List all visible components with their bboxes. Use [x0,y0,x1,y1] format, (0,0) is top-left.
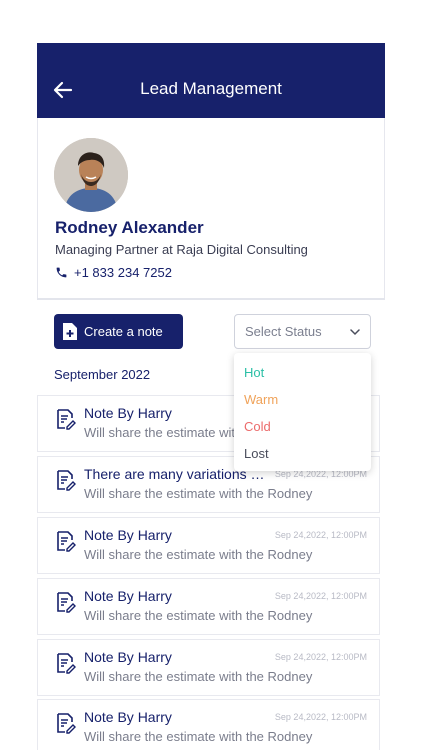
note-title: Note By Harry [84,405,172,421]
lead-profile-card: Rodney Alexander Managing Partner at Raj… [37,118,385,298]
create-note-label: Create a note [84,324,163,339]
status-select[interactable]: Select Status [234,314,371,349]
note-item[interactable]: Note By Harry Will share the estimate wi… [37,699,380,750]
section-divider [37,298,385,300]
note-time: Sep 24,2022, 12:00PM [274,591,367,601]
status-dropdown-menu: Hot Warm Cold Lost [234,353,371,471]
note-icon [57,531,76,552]
phone-icon [56,267,67,278]
note-subtitle: Will share the estimate with the Rodney [84,547,313,562]
note-time: Sep 24,2022, 12:00PM [274,530,367,540]
note-item[interactable]: Note By Harry Will share the estimate wi… [37,578,380,635]
note-time: Sep 24,2022, 12:00PM [274,652,367,662]
app-header: Lead Management [37,43,385,118]
page-title: Lead Management [140,79,282,98]
note-subtitle: Will share the estimate with the Rodney [84,608,313,623]
lead-phone[interactable]: +1 833 234 7252 [55,265,172,280]
app-screen: Lead Management Rodney Alexander Managin… [37,43,385,750]
note-icon [57,713,76,734]
note-subtitle: Will share the estimate with the Rodney [84,669,313,684]
note-title: Note By Harry [84,527,172,543]
note-icon [57,653,76,674]
status-placeholder: Select Status [245,324,322,339]
status-option-hot[interactable]: Hot [234,359,371,386]
note-icon [57,409,76,430]
note-item[interactable]: Note By Harry Will share the estimate wi… [37,639,380,696]
status-option-warm[interactable]: Warm [234,386,371,413]
create-note-button[interactable]: Create a note [54,314,183,349]
lead-name: Rodney Alexander [55,218,204,237]
note-item[interactable]: Note By Harry Will share the estimate wi… [37,517,380,574]
note-title: Note By Harry [84,588,172,604]
note-title: Note By Harry [84,649,172,665]
add-note-icon [63,323,77,340]
lead-role: Managing Partner at Raja Digital Consult… [55,242,308,257]
phone-number: +1 833 234 7252 [74,265,172,280]
avatar [54,138,128,212]
status-option-cold[interactable]: Cold [234,413,371,440]
note-icon [57,470,76,491]
chevron-down-icon [350,328,360,335]
note-subtitle: Will share the estimate with the Rodney [84,486,313,501]
note-icon [57,592,76,613]
avatar-photo [54,138,128,212]
note-time: Sep 24,2022, 12:00PM [274,712,367,722]
month-header: September 2022 [54,367,151,382]
note-subtitle: Will share the estimate with the Rodney [84,729,313,744]
status-option-lost[interactable]: Lost [234,440,371,467]
note-title: Note By Harry [84,709,172,725]
